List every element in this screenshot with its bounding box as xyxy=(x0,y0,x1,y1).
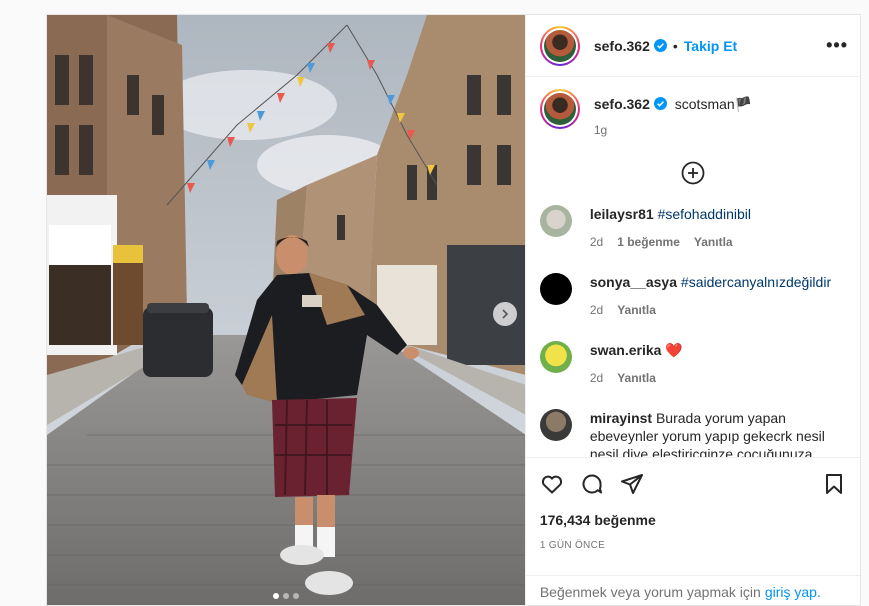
comment-likes[interactable]: 1 beğenme xyxy=(617,233,680,251)
caption-text: scotsman🏴 xyxy=(674,96,753,112)
comment-username[interactable]: mirayinst xyxy=(590,410,652,426)
post-modal: sefo.362 • Takip Et ••• sefo.362 scotsma… xyxy=(46,14,861,606)
comment-item: sonya__asya #saidercanyalnızdeğildir 2d Y… xyxy=(539,273,846,319)
save-bookmark-icon[interactable] xyxy=(822,472,846,496)
load-more-comments-button[interactable] xyxy=(540,161,846,185)
header-username[interactable]: sefo.362 xyxy=(594,38,650,54)
reply-button[interactable]: Yanıtla xyxy=(694,233,733,251)
login-link[interactable]: giriş yap. xyxy=(765,584,821,600)
carousel-dot[interactable] xyxy=(282,593,289,599)
post-photo[interactable] xyxy=(47,15,525,605)
post-date: 1 GÜN ÖNCE xyxy=(539,540,606,551)
reply-button[interactable]: Yanıtla xyxy=(617,301,656,319)
avatar[interactable] xyxy=(539,409,572,441)
follow-button[interactable]: Takip Et xyxy=(684,38,737,54)
comment-item: leilaysr81 #sefohaddinibil 2d 1 beğenme Ya… xyxy=(539,205,846,251)
like-heart-icon[interactable] xyxy=(540,472,564,496)
comment-username[interactable]: sonya__asya xyxy=(590,274,677,290)
caption-username[interactable]: sefo.362 xyxy=(594,96,650,112)
post-header: sefo.362 • Takip Et ••• xyxy=(525,15,860,77)
post-actions: 176,434 beğenme 1 GÜN ÖNCE xyxy=(525,457,860,575)
comment-hashtag[interactable]: #sefohaddinibil xyxy=(658,206,751,222)
comment-age: 2d xyxy=(589,303,604,317)
add-circle-icon xyxy=(681,161,705,185)
carousel-dots xyxy=(47,593,525,599)
page-background: sefo.362 • Takip Et ••• sefo.362 scotsma… xyxy=(0,0,869,606)
reply-button[interactable]: Yanıtla xyxy=(617,369,656,387)
comments-area[interactable]: sefo.362 scotsman🏴 1g leilaysr81 #sefoha… xyxy=(526,77,860,457)
login-prompt: Beğenmek veya yorum yapmak için giriş ya… xyxy=(525,575,860,605)
comment-icon[interactable] xyxy=(580,472,604,496)
avatar[interactable] xyxy=(539,341,572,373)
comment-hashtag[interactable]: #saidercanyalnızdeğildir xyxy=(681,274,831,290)
comment-username[interactable]: leilaysr81 xyxy=(590,206,654,222)
login-prompt-text: Beğenmek veya yorum yapmak için xyxy=(539,583,761,600)
avatar[interactable] xyxy=(539,205,572,237)
carousel-dot[interactable] xyxy=(272,593,279,599)
avatar[interactable] xyxy=(539,25,580,66)
avatar[interactable] xyxy=(539,273,572,305)
verified-badge-icon xyxy=(653,97,667,110)
like-count[interactable]: 176,434 beğenme xyxy=(540,512,846,528)
comment-age: 2d xyxy=(589,371,604,385)
comment-age: 2d xyxy=(589,235,604,249)
post-side-panel: sefo.362 • Takip Et ••• sefo.362 scotsma… xyxy=(524,15,860,605)
street-scene-image xyxy=(47,15,525,605)
comment-text: ❤️ xyxy=(665,342,683,358)
verified-badge-icon xyxy=(653,39,667,52)
comment-username[interactable]: swan.erika xyxy=(590,342,662,358)
comment-item: swan.erika ❤️ 2d Yanıtla xyxy=(539,341,846,387)
separator-dot: • xyxy=(672,37,678,54)
share-icon[interactable] xyxy=(620,472,644,496)
more-options-icon[interactable]: ••• xyxy=(826,35,848,56)
carousel-dot[interactable] xyxy=(292,593,299,599)
comment-item: mirayinst Burada yorum yapan ebeveynler … xyxy=(539,409,846,457)
caption-age: 1g xyxy=(593,123,608,137)
next-image-button[interactable] xyxy=(492,302,517,326)
chevron-right-icon xyxy=(502,309,508,319)
avatar[interactable] xyxy=(539,89,580,129)
caption: sefo.362 scotsman🏴 1g xyxy=(539,89,846,139)
